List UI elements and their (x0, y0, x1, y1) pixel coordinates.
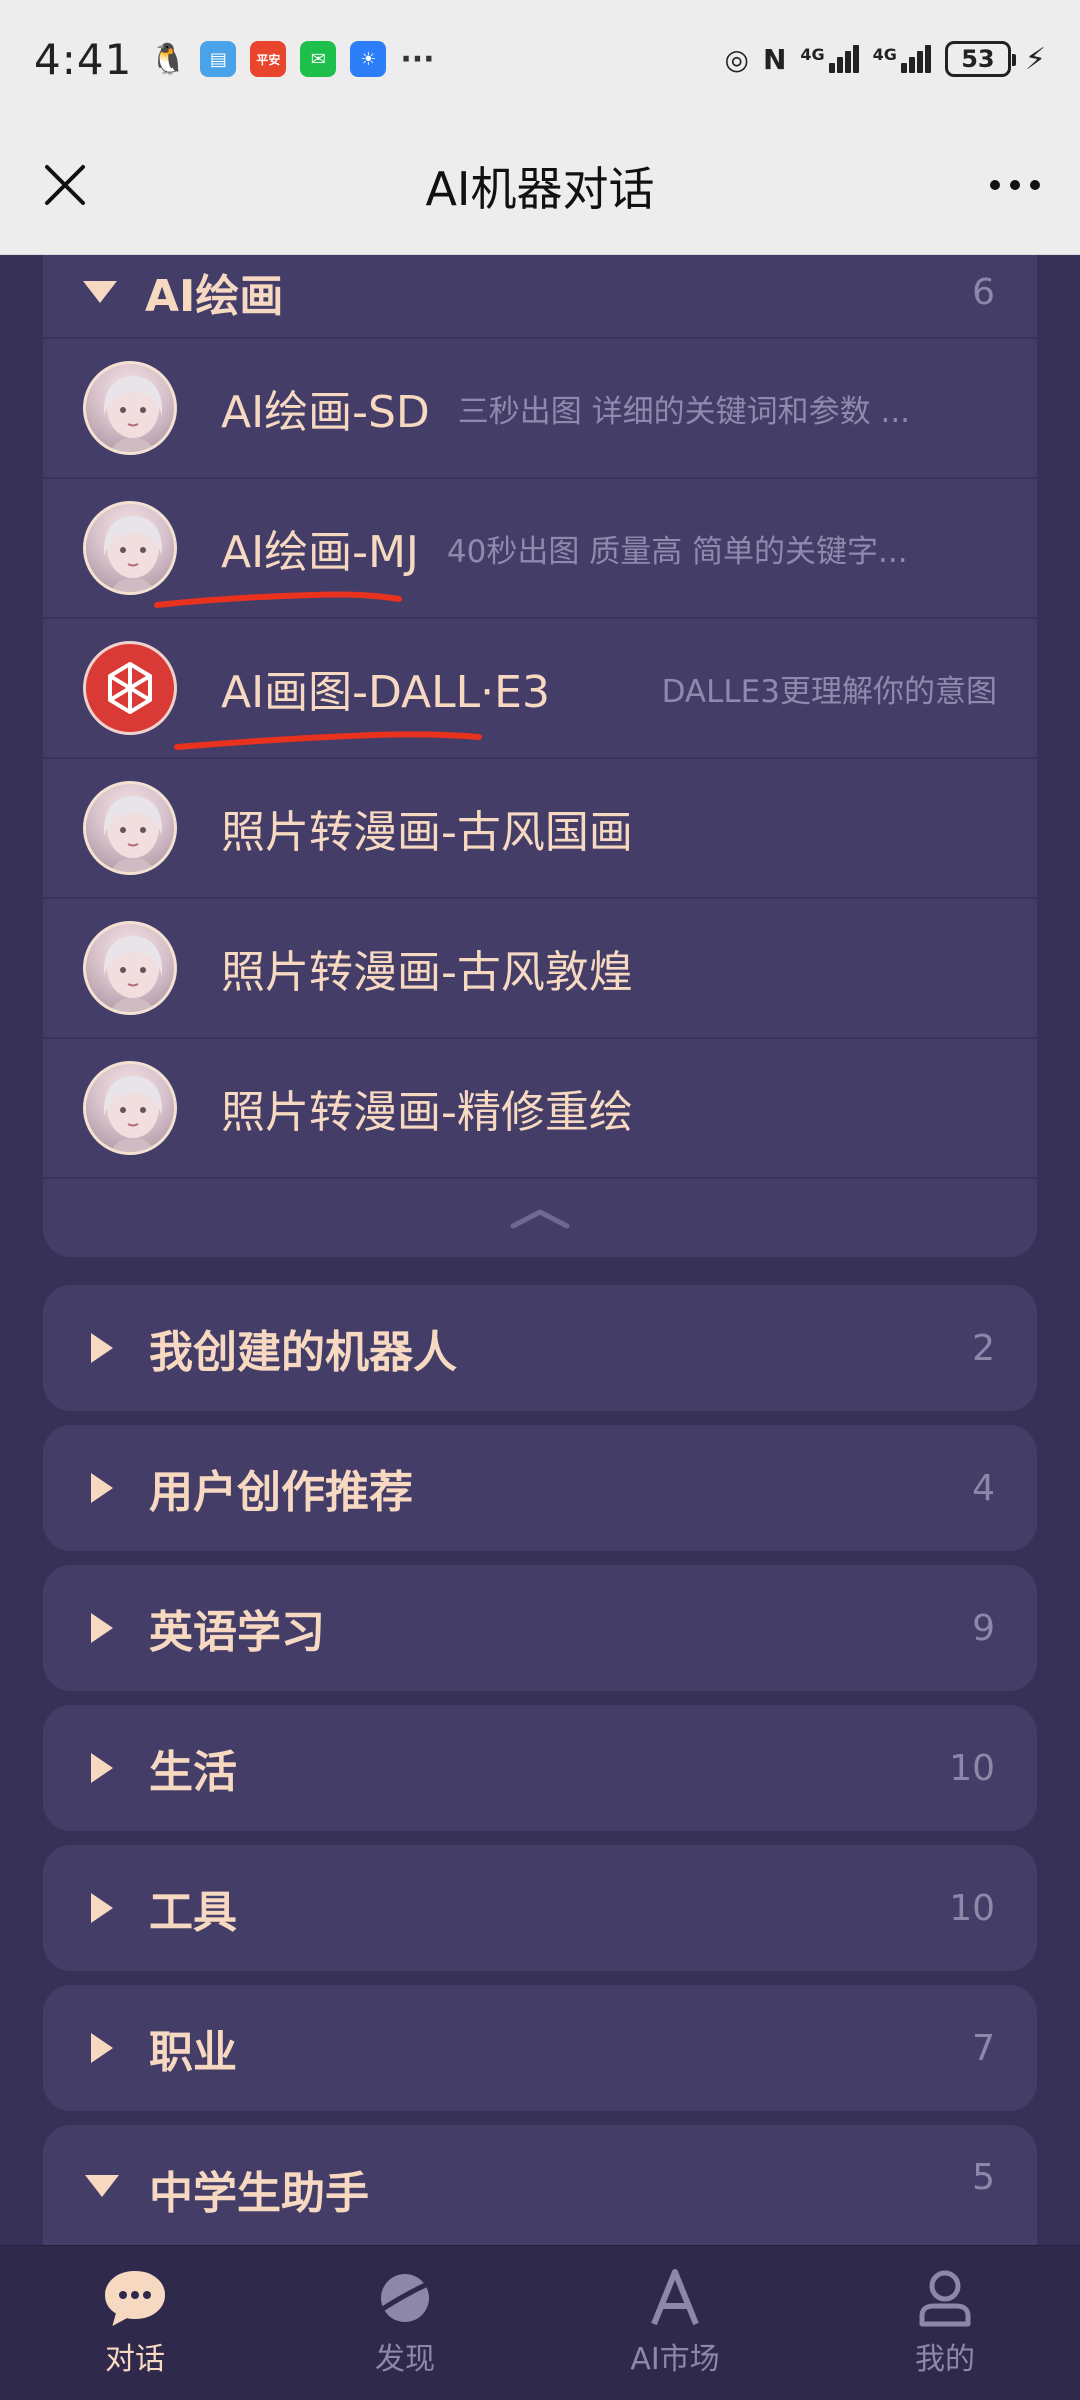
bot-item[interactable]: AI画图-DALL·E3 DALLE3更理解你的意图 (43, 617, 1037, 757)
close-button[interactable] (30, 150, 100, 220)
category-count: 9 (972, 1607, 995, 1649)
bot-name: AI绘画-SD (221, 387, 430, 438)
bot-item[interactable]: AI绘画-MJ 40秒出图 质量高 简单的关键字... (43, 477, 1037, 617)
planet-icon (376, 2274, 434, 2322)
collapsed-triangle-icon (91, 2033, 113, 2063)
bulb-icon: ☀ (350, 41, 387, 77)
category-my-bots[interactable]: 我创建的机器人 2 (43, 1285, 1037, 1411)
close-icon (45, 165, 85, 205)
category-count: 5 (972, 2157, 995, 2198)
signal-icon-1: 4G (800, 45, 859, 73)
annotation-underline (174, 731, 482, 750)
category-header[interactable]: AI绘画 6 (43, 255, 1037, 337)
category-name: 工具 (149, 1887, 237, 1938)
qq-icon: 🐧 (149, 41, 188, 77)
collapsed-triangle-icon (91, 1333, 113, 1363)
category-career[interactable]: 职业 7 (43, 1985, 1037, 2111)
expanded-triangle-icon (85, 2175, 119, 2197)
annotation-underline (154, 591, 402, 608)
bot-item[interactable]: 照片转漫画-精修重绘 (43, 1037, 1037, 1177)
signal-icon-2: 4G (873, 45, 931, 73)
nfc-icon: N (762, 42, 787, 76)
category-name: 职业 (149, 2027, 237, 2078)
nav-chat[interactable]: 对话 (0, 2246, 270, 2400)
status-time: 4:41 (34, 34, 133, 84)
bottom-navigation: 对话 发现 AI市场 我的 (0, 2245, 1080, 2400)
category-count: 2 (972, 1327, 995, 1369)
battery-icon: 53 (944, 41, 1016, 77)
category-name: 用户创作推荐 (149, 1467, 413, 1518)
category-count: 10 (949, 1747, 995, 1789)
girl-avatar (83, 921, 177, 1015)
bot-item[interactable]: 照片转漫画-古风敦煌 (43, 897, 1037, 1037)
category-life[interactable]: 生活 10 (43, 1705, 1037, 1831)
bot-item[interactable]: 照片转漫画-古风国画 (43, 757, 1037, 897)
girl-avatar (83, 361, 177, 455)
category-name: 英语学习 (149, 1607, 325, 1658)
collapsed-triangle-icon (91, 1893, 113, 1923)
notification-icons: 🐧 ▤ 平安 ✉ ☀ ··· (149, 41, 435, 77)
app-red-icon: 平安 (250, 41, 287, 77)
bot-name: AI绘画-MJ (221, 527, 419, 578)
category-count: 10 (949, 1887, 995, 1929)
girl-avatar (83, 1061, 177, 1155)
nav-discover[interactable]: 发现 (270, 2246, 540, 2400)
category-name: 生活 (149, 1747, 237, 1798)
bot-description: 三秒出图 详细的关键词和参数 ... (457, 393, 911, 430)
collapsed-triangle-icon (91, 1473, 113, 1503)
nav-label: 对话 (105, 2342, 165, 2377)
category-tools[interactable]: 工具 10 (43, 1845, 1037, 1971)
more-dot (1010, 180, 1020, 190)
nav-me[interactable]: 我的 (810, 2246, 1080, 2400)
category-count: 6 (972, 271, 995, 313)
nav-label: 发现 (375, 2342, 435, 2377)
bot-item[interactable]: AI绘画-SD 三秒出图 详细的关键词和参数 ... (43, 337, 1037, 477)
category-count: 4 (972, 1467, 995, 1509)
girl-avatar (83, 501, 177, 595)
bot-name: 照片转漫画-古风国画 (221, 807, 633, 858)
bot-name: 照片转漫画-古风敦煌 (221, 947, 633, 998)
bot-category-list[interactable]: AI绘画 6 AI绘画-SD 三秒出图 详细的关键词和参数 ... AI绘画-M… (0, 255, 1080, 2245)
collapsed-triangle-icon (91, 1613, 113, 1643)
more-dot (990, 180, 1000, 190)
person-icon (919, 2270, 971, 2327)
collapse-button[interactable] (43, 1177, 1037, 1257)
status-bar: 4:41 🐧 ▤ 平安 ✉ ☀ ··· ◎ N 4G 4G 53 ⚡ (0, 0, 1080, 118)
nav-label: 我的 (915, 2342, 975, 2377)
page-title: AI机器对话 (425, 162, 655, 216)
bot-description: DALLE3更理解你的意图 (661, 673, 997, 710)
category-ai-painting: AI绘画 6 AI绘画-SD 三秒出图 详细的关键词和参数 ... AI绘画-M… (43, 255, 1037, 1257)
more-dot (1030, 180, 1040, 190)
openai-avatar (83, 641, 177, 735)
bot-name: 照片转漫画-精修重绘 (221, 1087, 633, 1138)
wechat-icon: ✉ (300, 41, 337, 77)
collapsed-triangle-icon (91, 1753, 113, 1783)
chevron-up-icon (510, 1209, 570, 1229)
letter-a-icon (651, 2269, 699, 2326)
more-notifications-icon: ··· (400, 41, 435, 77)
category-user-recommended[interactable]: 用户创作推荐 4 (43, 1425, 1037, 1551)
nav-ai-market[interactable]: AI市场 (540, 2246, 810, 2400)
category-name: AI绘画 (145, 271, 284, 322)
category-name: 我创建的机器人 (149, 1327, 457, 1378)
chat-bubble-icon (104, 2270, 166, 2326)
category-english-learning[interactable]: 英语学习 9 (43, 1565, 1037, 1691)
charging-icon: ⚡ (1024, 41, 1046, 77)
hd-icon: ◎ (724, 42, 749, 76)
girl-avatar (83, 781, 177, 875)
bot-description: 40秒出图 质量高 简单的关键字... (446, 533, 908, 570)
more-options-button[interactable] (980, 150, 1050, 220)
expanded-triangle-icon (83, 281, 117, 303)
category-count: 7 (972, 2027, 995, 2069)
category-name: 中学生助手 (149, 2168, 369, 2219)
nav-label: AI市场 (630, 2342, 720, 2377)
openai-logo-icon (108, 662, 152, 714)
bot-name: AI画图-DALL·E3 (221, 667, 550, 718)
app-blue-icon: ▤ (200, 41, 237, 77)
category-middle-school[interactable]: 中学生助手 5 (43, 2125, 1037, 2245)
title-bar: AI机器对话 (0, 118, 1080, 255)
